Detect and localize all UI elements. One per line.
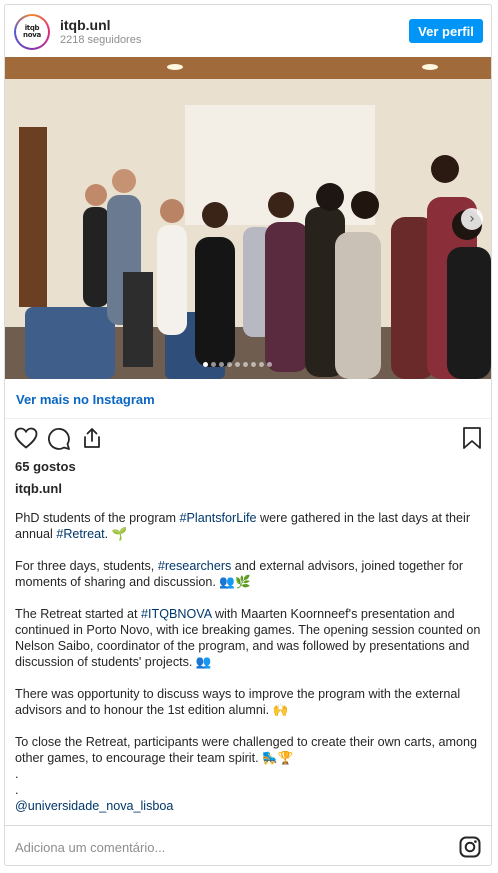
comment-input[interactable]: Adiciona um comentário... bbox=[15, 840, 165, 855]
caption-paragraph: There was opportunity to discuss ways to… bbox=[15, 687, 461, 717]
instagram-embed-card: itqb nova itqb.unl 2218 seguidores Ver p… bbox=[4, 4, 492, 866]
caption-paragraph: To close the Retreat, participants were … bbox=[15, 735, 478, 765]
carousel-dot bbox=[267, 362, 272, 367]
mention-link[interactable]: @universidade_nova_lisboa bbox=[15, 798, 483, 814]
carousel-dot bbox=[235, 362, 240, 367]
instagram-icon[interactable] bbox=[459, 836, 481, 858]
avatar[interactable]: itqb nova bbox=[14, 14, 50, 50]
view-more-section: Ver mais no Instagram bbox=[5, 379, 491, 419]
carousel-dot bbox=[219, 362, 224, 367]
caption-dot: . bbox=[15, 783, 19, 797]
heart-icon[interactable] bbox=[14, 427, 38, 449]
like-count[interactable]: 65 gostos bbox=[15, 459, 76, 474]
carousel-dot bbox=[211, 362, 216, 367]
hashtag-link[interactable]: #ITQBNOVA bbox=[141, 607, 211, 621]
hashtag-link[interactable]: #PlantsforLife bbox=[180, 511, 257, 525]
view-more-link[interactable]: Ver mais no Instagram bbox=[16, 392, 155, 407]
bookmark-icon[interactable] bbox=[461, 426, 483, 450]
share-icon[interactable] bbox=[80, 426, 104, 450]
hashtag-link[interactable]: #Retreat bbox=[56, 527, 104, 541]
comment-bar: Adiciona um comentário... bbox=[5, 825, 491, 865]
carousel-dot bbox=[259, 362, 264, 367]
caption-paragraph: PhD students of the program #PlantsforLi… bbox=[15, 511, 471, 541]
chevron-right-icon[interactable]: › bbox=[461, 208, 483, 230]
carousel-dot bbox=[227, 362, 232, 367]
photo-scene bbox=[5, 57, 491, 379]
comment-icon[interactable] bbox=[47, 427, 71, 451]
follower-count: 2218 seguidores bbox=[60, 34, 142, 46]
carousel-dot bbox=[203, 362, 208, 367]
carousel-dot bbox=[251, 362, 256, 367]
caption-username[interactable]: itqb.unl bbox=[15, 481, 62, 496]
post-photo[interactable]: › bbox=[5, 57, 491, 379]
hashtag-link[interactable]: #researchers bbox=[158, 559, 232, 573]
caption-paragraph: The Retreat started at #ITQBNOVA with Ma… bbox=[15, 607, 481, 669]
carousel-dots bbox=[203, 362, 272, 367]
carousel-dot bbox=[243, 362, 248, 367]
caption-paragraph: For three days, students, #researchers a… bbox=[15, 559, 464, 589]
view-profile-button[interactable]: Ver perfil bbox=[409, 19, 483, 43]
post-caption: PhD students of the program #PlantsforLi… bbox=[15, 510, 483, 814]
avatar-logo: itqb nova bbox=[23, 24, 41, 39]
post-header: itqb nova itqb.unl 2218 seguidores Ver p… bbox=[5, 5, 491, 57]
action-bar bbox=[5, 421, 491, 455]
account-username[interactable]: itqb.unl bbox=[60, 17, 111, 33]
caption-dot: . bbox=[15, 767, 19, 781]
